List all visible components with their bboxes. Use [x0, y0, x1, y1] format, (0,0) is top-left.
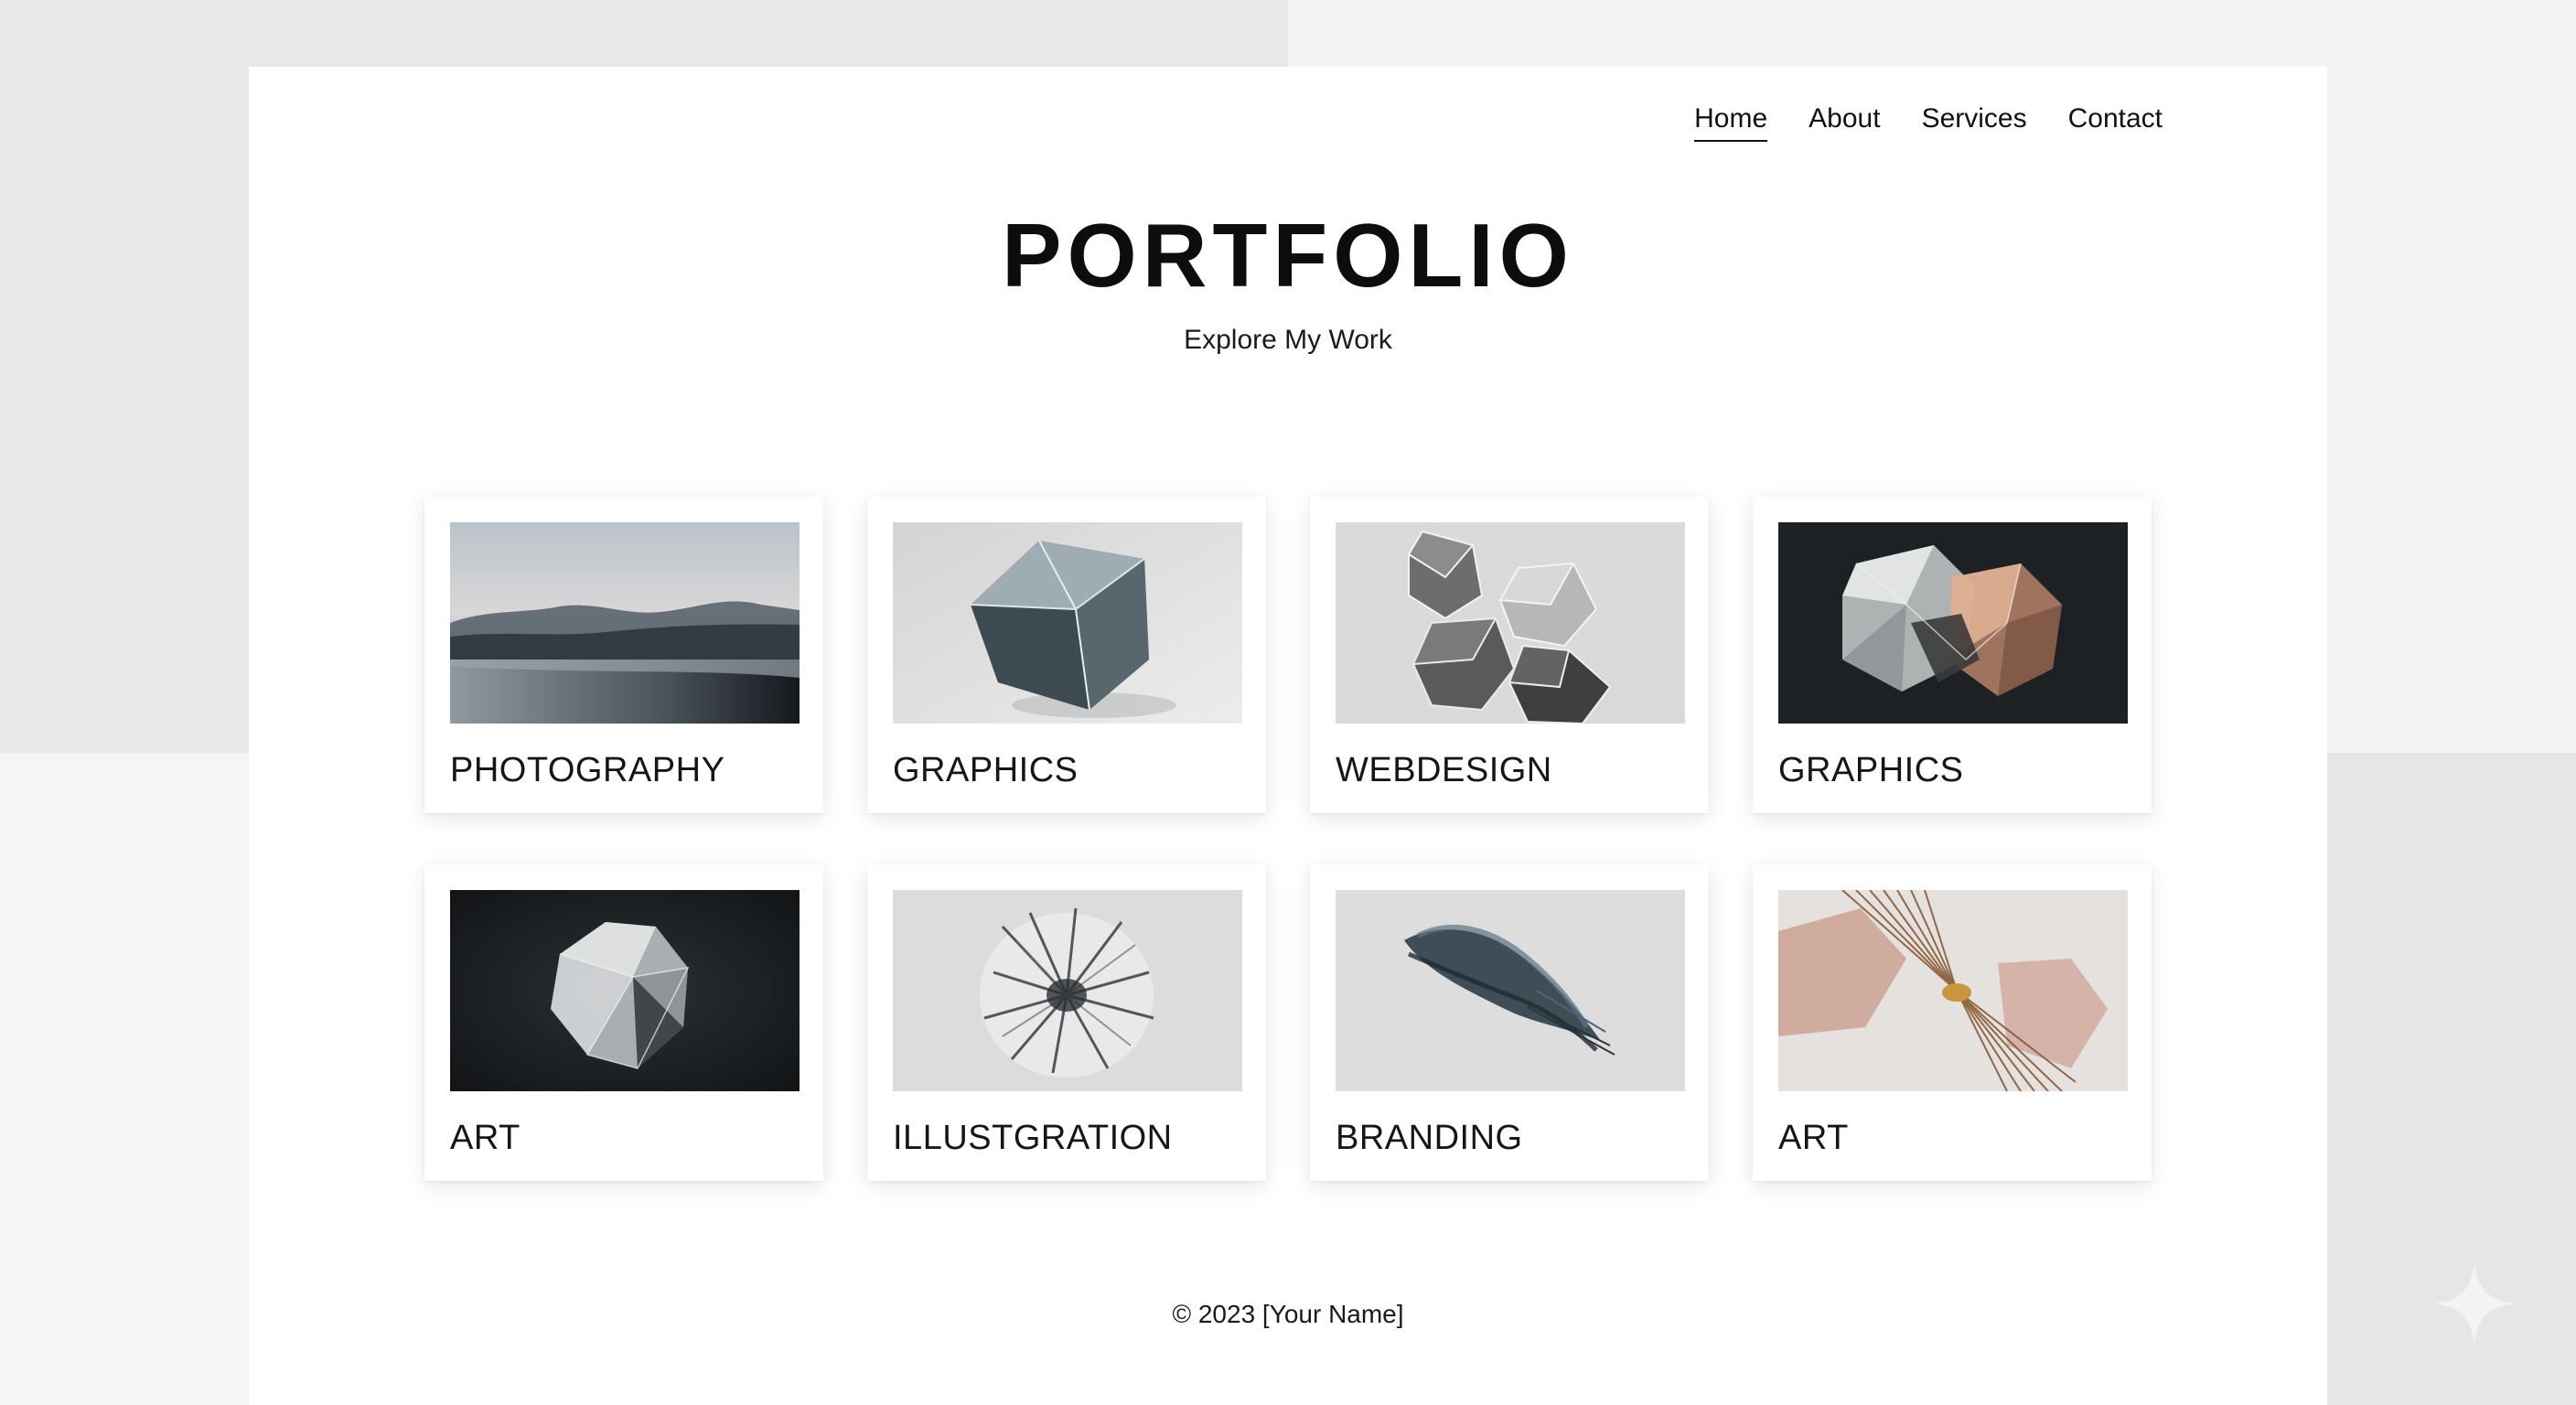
portfolio-card[interactable]: GRAPHICS: [867, 497, 1266, 813]
geometric-polyhedra-cluster-image: [1336, 522, 1685, 724]
card-label: GRAPHICS: [893, 751, 1079, 789]
portfolio-grid: PHOTOGRAPHY GRAPHICS WEBDESIGN GRAPHICS …: [424, 497, 2152, 1181]
glass-polyhedron-dark-image: [450, 890, 800, 1091]
page-title: PORTFOLIO: [1002, 205, 1574, 306]
nav-about-link[interactable]: About: [1809, 103, 1880, 142]
ink-burst-circle-image: [893, 890, 1242, 1091]
portfolio-card[interactable]: WEBDESIGN: [1310, 497, 1709, 813]
card-label: WEBDESIGN: [1336, 751, 1552, 789]
nav-contact-link[interactable]: Contact: [2068, 103, 2163, 142]
main-nav: Home About Services Contact: [1694, 103, 2163, 142]
card-label: ILLUSTGRATION: [893, 1119, 1173, 1157]
card-label: ART: [450, 1119, 521, 1157]
portfolio-card[interactable]: ART: [1753, 864, 2152, 1181]
portfolio-card[interactable]: ILLUSTGRATION: [867, 864, 1266, 1181]
misty-lake-mountains-image: [450, 522, 800, 724]
card-label: ART: [1778, 1119, 1849, 1157]
portfolio-card[interactable]: GRAPHICS: [1753, 497, 2152, 813]
faceted-crystal-cube-image: [893, 522, 1242, 724]
copper-wire-bundle-image: [1778, 890, 2128, 1091]
card-label: BRANDING: [1336, 1119, 1523, 1157]
portfolio-card[interactable]: BRANDING: [1310, 864, 1709, 1181]
footer-copyright: © 2023 [Your Name]: [1172, 1300, 1404, 1328]
portfolio-card[interactable]: PHOTOGRAPHY: [424, 497, 823, 813]
portfolio-page: Home About Services Contact PORTFOLIO Ex…: [249, 67, 2327, 1405]
card-label: PHOTOGRAPHY: [450, 751, 725, 789]
nav-home-link[interactable]: Home: [1694, 103, 1768, 142]
portfolio-card[interactable]: ART: [424, 864, 823, 1181]
card-label: GRAPHICS: [1778, 751, 1964, 789]
translucent-polyhedra-dark-image: [1778, 522, 2128, 724]
nav-services-link[interactable]: Services: [1922, 103, 2027, 142]
page-subtitle: Explore My Work: [1184, 325, 1392, 355]
sparkle-icon: [2432, 1261, 2517, 1346]
brush-stroke-image: [1336, 890, 1685, 1091]
